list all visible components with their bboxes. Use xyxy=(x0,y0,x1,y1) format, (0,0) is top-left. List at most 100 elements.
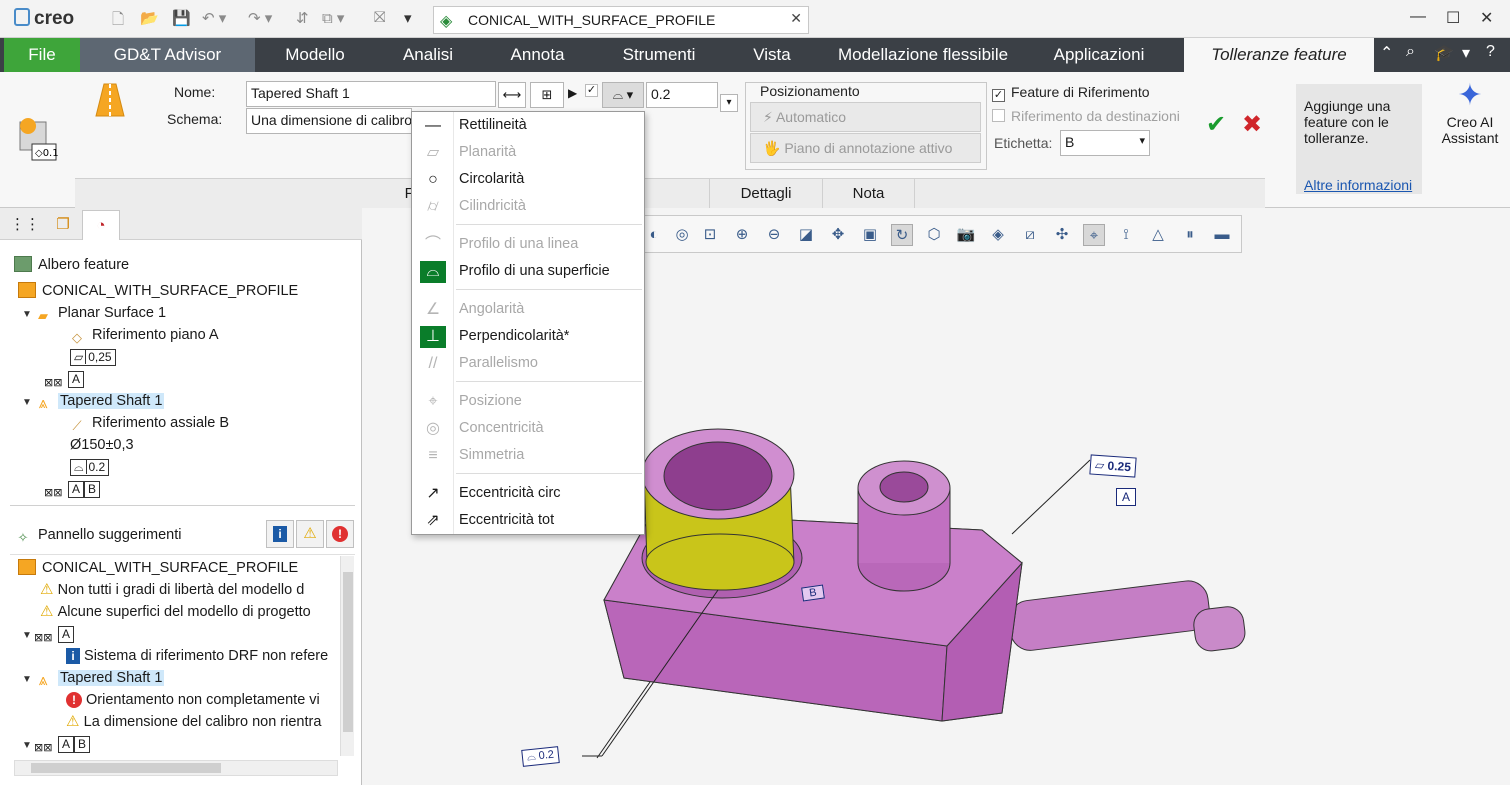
spin-center-icon[interactable]: ✥ xyxy=(827,224,849,246)
suggestion-info-1[interactable]: i Sistema di riferimento DRF non refere xyxy=(66,645,328,667)
etichetta-select[interactable]: B ▾ xyxy=(1060,130,1150,156)
gdt-display-icon[interactable]: ⌖ xyxy=(1083,224,1105,246)
model-tree-tab-icon[interactable]: ⋮⋮ xyxy=(6,210,44,240)
datum-target-icon[interactable]: ⊞ xyxy=(530,82,564,108)
tree-item-riferimento-piano[interactable]: ◇ Riferimento piano A xyxy=(68,324,219,346)
tab-modello[interactable]: Modello xyxy=(255,38,375,72)
help-link[interactable]: Altre informazioni xyxy=(1304,177,1412,193)
repaint-icon[interactable]: ◪ xyxy=(795,224,817,246)
view-orientation-icon[interactable]: ↻ xyxy=(891,224,913,246)
undo-icon[interactable]: ↶ ▾ xyxy=(202,9,226,29)
animation-icon[interactable]: ▬ xyxy=(1211,224,1233,246)
windows-icon[interactable]: ⧉ ▾ xyxy=(322,9,344,29)
suggestion-tapered-shaft[interactable]: ▼ ⩓ Tapered Shaft 1 xyxy=(22,667,165,691)
suggestion-warning-3[interactable]: ⚠ La dimensione del calibro non rientra xyxy=(66,711,321,733)
subtab-nota[interactable]: Nota xyxy=(823,179,915,209)
characteristic-type-dropdown[interactable]: ⌓ ▾ xyxy=(602,82,644,108)
cancel-x-icon[interactable]: ✖ xyxy=(1242,110,1262,139)
tree-item-planar-surface[interactable]: ▼ ▰ Planar Surface 1 xyxy=(22,302,166,324)
tree-item-flatness-tolerance[interactable]: ▱ 0,25 xyxy=(70,346,116,368)
tree-item-profile-tolerance[interactable]: ⌓ 0.2 xyxy=(70,456,110,478)
view-manager-icon[interactable]: ◎ xyxy=(671,224,693,246)
menu-item-eccentricita-circ[interactable]: ↗ Eccentricità circ xyxy=(412,480,644,507)
feature-tolerance-tool-icon[interactable]: ◇0.1 xyxy=(18,118,59,162)
maximize-icon[interactable]: ☐ xyxy=(1446,8,1460,28)
suggestion-root[interactable]: CONICAL_WITH_SURFACE_PROFILE xyxy=(18,557,298,579)
qat-more-icon[interactable]: ▾ xyxy=(404,9,412,29)
tree-item-datum-ref-a[interactable]: ⊠⊠ A xyxy=(44,368,85,390)
suggestions-hscrollbar[interactable] xyxy=(14,760,338,776)
tree-item-root[interactable]: CONICAL_WITH_SURFACE_PROFILE xyxy=(18,280,298,302)
filter-info-button[interactable]: i xyxy=(266,520,294,548)
menu-item-profilo-superficie[interactable]: ⌓ Profilo di una superficie xyxy=(412,258,644,285)
expand-arrow-icon[interactable]: ▼ xyxy=(22,392,34,414)
expand-arrow-icon[interactable]: ▼ xyxy=(22,304,34,326)
new-file-icon[interactable]: 🗋 xyxy=(112,9,124,29)
annotation-display-icon[interactable]: ⧄ xyxy=(1019,224,1041,246)
suggestion-datum-ref-ab[interactable]: ▼ ⊠⊠ A B xyxy=(22,733,91,755)
tab-file[interactable]: File xyxy=(4,38,80,72)
menu-item-rettilineita[interactable]: — Rettilineità xyxy=(412,112,644,139)
zoom-out-icon[interactable]: ⊖ xyxy=(763,224,785,246)
creo-ai-assistant-button[interactable]: ✦ Creo AI Assistant xyxy=(1432,78,1508,146)
gdt-tab-icon[interactable]: ◔ xyxy=(82,210,120,240)
tree-item-diameter[interactable]: Ø150±0,3 xyxy=(70,434,134,456)
zoom-in-icon[interactable]: ⊕ xyxy=(731,224,753,246)
save-icon[interactable]: 💾 xyxy=(172,9,191,29)
expand-arrow-icon[interactable]: ▼ xyxy=(22,625,34,647)
tree-item-datum-ref-ab[interactable]: ⊠⊠ A B xyxy=(44,478,101,500)
tab-vista[interactable]: Vista xyxy=(724,38,820,72)
help-icon[interactable]: ? xyxy=(1486,43,1495,61)
camera-icon[interactable]: 📷 xyxy=(955,224,977,246)
redo-icon[interactable]: ↷ ▾ xyxy=(248,9,272,29)
close-app-icon[interactable]: ✕ xyxy=(1480,8,1493,28)
feature-riferimento-option[interactable]: ✓ Feature di Riferimento xyxy=(992,84,1150,102)
tab-applicazioni[interactable]: Applicazioni xyxy=(1026,38,1172,72)
tab-options-icon[interactable]: ▾ xyxy=(1462,43,1470,63)
expand-arrow-icon[interactable]: ▶ xyxy=(568,86,577,100)
tree-item-riferimento-assiale[interactable]: ⟋ Riferimento assiale B xyxy=(68,412,229,434)
section-icon[interactable]: ◈ xyxy=(987,224,1009,246)
menu-item-eccentricita-tot[interactable]: ⇗ Eccentricità tot xyxy=(412,507,644,534)
hscroll-thumb[interactable] xyxy=(31,763,221,773)
confirm-checkmark-icon[interactable]: ✔ xyxy=(1206,110,1226,139)
tab-tolleranze-feature[interactable]: Tolleranze feature xyxy=(1184,38,1374,72)
filter-error-button[interactable]: ! xyxy=(326,520,354,548)
tab-modellazione-flessibile[interactable]: Modellazione flessibile xyxy=(820,38,1026,72)
layers-tab-icon[interactable]: ❐ xyxy=(44,210,82,240)
close-window-icon[interactable]: ⛝ xyxy=(374,9,385,29)
expand-arrow-icon[interactable]: ▼ xyxy=(22,669,34,691)
flatness-annotation[interactable]: ▱ 0.25 xyxy=(1089,454,1137,478)
menu-item-circolarita[interactable]: ○ Circolarità xyxy=(412,166,644,193)
vscroll-thumb[interactable] xyxy=(343,572,353,732)
tab-strumenti[interactable]: Strumenti xyxy=(594,38,724,72)
tab-gdt-advisor[interactable]: GD&T Advisor xyxy=(80,38,255,72)
piano-annotazione-button[interactable]: 🖐 Piano di annotazione attivo xyxy=(750,133,981,163)
suggestion-warning-1[interactable]: ⚠ Non tutti i gradi di libertà del model… xyxy=(40,579,304,601)
nome-input[interactable]: Tapered Shaft 1 xyxy=(246,81,496,107)
open-file-icon[interactable]: 📂 xyxy=(140,9,159,29)
feature-riferimento-checkbox[interactable]: ✓ xyxy=(992,89,1005,102)
tolerance-more-dropdown[interactable]: ▾ xyxy=(720,94,738,112)
tab-annota[interactable]: Annota xyxy=(481,38,594,72)
suggestion-datum-ref-a[interactable]: ▼ ⊠⊠ A xyxy=(22,623,75,647)
refit-icon[interactable]: ⊡ xyxy=(699,224,721,246)
menu-item-perpendicolarita[interactable]: ⊥ Perpendicolarità* xyxy=(412,323,644,350)
suggestion-warning-2[interactable]: ⚠ Alcune superfici del modello di proget… xyxy=(40,601,311,623)
riferimento-destinazioni-checkbox[interactable] xyxy=(992,109,1005,122)
dimension-icon[interactable]: ⟷ xyxy=(498,82,526,108)
close-document-icon[interactable]: ✕ xyxy=(790,10,802,27)
csys-icon[interactable]: ⟟ xyxy=(1115,224,1137,246)
datum-display-icon[interactable]: ✣ xyxy=(1051,224,1073,246)
tolerance-value-input[interactable]: 0.2 xyxy=(646,82,718,108)
perspective-icon[interactable]: ⬡ xyxy=(923,224,945,246)
datum-a-annotation[interactable]: A xyxy=(1116,488,1136,506)
document-tab[interactable]: ◈ CONICAL_WITH_SURFACE_PROFILE ✕ xyxy=(433,6,809,34)
suggestions-vscrollbar[interactable] xyxy=(340,556,354,756)
saved-orientations-icon[interactable]: ▣ xyxy=(859,224,881,246)
riferimento-destinazioni-option[interactable]: Riferimento da destinazioni xyxy=(992,108,1180,124)
search-icon[interactable]: ⌕ xyxy=(1406,43,1415,61)
display-style-icon[interactable]: ◐ xyxy=(643,224,665,246)
filter-warning-button[interactable]: ⚠ xyxy=(296,520,324,548)
suggestion-error-1[interactable]: ! Orientamento non completamente vi xyxy=(66,689,320,711)
